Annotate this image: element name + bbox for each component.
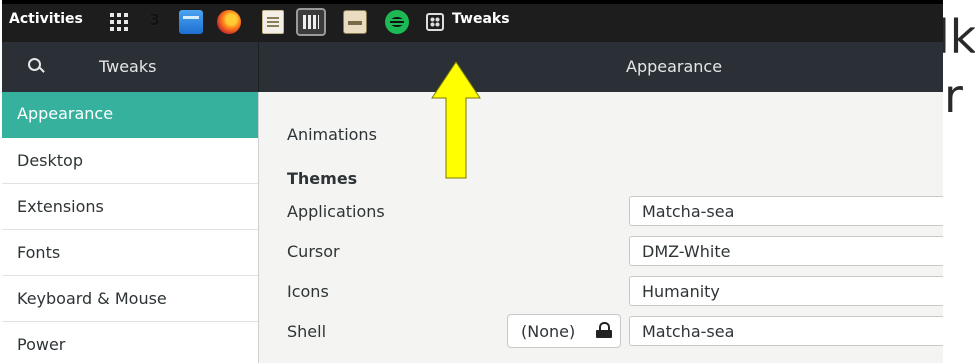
archive-icon[interactable] [343,10,367,34]
applications-theme-combo[interactable]: Matcha-sea [629,196,943,226]
cursor-label: Cursor [287,242,340,261]
mixer-icon[interactable] [296,8,326,36]
sidebar-item-extensions[interactable]: Extensions [2,184,258,230]
sidebar-item-label: Power [17,335,66,354]
shell-reset-button[interactable]: (None) [507,314,621,348]
applications-label: Applications [287,202,385,221]
sidebar-item-label: Appearance [17,104,114,123]
sidebar-title: Tweaks [99,57,157,76]
icons-theme-value: Humanity [642,282,720,301]
sidebar-item-label: Fonts [17,243,61,262]
tweaks-window-screenshot: Activities 3 Tweaks Tweaks Appearance Ap… [2,0,943,363]
annotation-arrow-icon [431,61,481,179]
shell-reset-label: (None) [521,322,576,341]
cursor-theme-value: DMZ-White [642,242,731,261]
activities-button[interactable]: Activities [9,11,83,27]
stage: lk r Activities 3 Tweaks Tweaks Appearan… [0,0,975,363]
sidebar-item-desktop[interactable]: Desktop [2,138,258,184]
sidebar-item-fonts[interactable]: Fonts [2,230,258,276]
icons-theme-combo[interactable]: Humanity [629,276,943,306]
top-bar: Activities 3 Tweaks [2,0,943,42]
spotify-icon[interactable] [385,10,409,34]
shell-theme-combo[interactable]: Matcha-sea [629,316,943,346]
sidebar-item-label: Desktop [17,151,83,170]
reset-icon [595,321,613,339]
icons-label: Icons [287,282,329,301]
animations-label: Animations [287,125,377,144]
sidebar-item-appearance[interactable]: Appearance [2,92,258,138]
shell-label: Shell [287,322,327,341]
tweaks-app-icon[interactable] [426,13,444,31]
workspace-indicator[interactable]: 3 [149,10,160,29]
page-title: Appearance [626,57,723,76]
appearance-panel: Animations Themes Applications Matcha-se… [259,92,943,363]
shell-theme-value: Matcha-sea [642,322,735,341]
background-text-2: r [944,69,963,123]
app-menu-title[interactable]: Tweaks [452,11,510,27]
header-divider [258,42,259,92]
files-icon[interactable] [179,10,203,34]
search-icon[interactable] [24,54,50,80]
applications-theme-value: Matcha-sea [642,202,735,221]
sidebar-item-label: Keyboard & Mouse [17,289,167,308]
apps-grid-icon[interactable] [110,13,128,31]
firefox-icon[interactable] [217,10,241,34]
sidebar-item-power[interactable]: Power [2,322,258,363]
sidebar-item-label: Extensions [17,197,104,216]
sidebar-item-keyboard-mouse[interactable]: Keyboard & Mouse [2,276,258,322]
cursor-theme-combo[interactable]: DMZ-White [629,236,943,266]
sidebar: Appearance Desktop Extensions Fonts Keyb… [2,92,259,363]
themes-heading: Themes [287,169,358,188]
text-editor-icon[interactable] [262,10,284,34]
